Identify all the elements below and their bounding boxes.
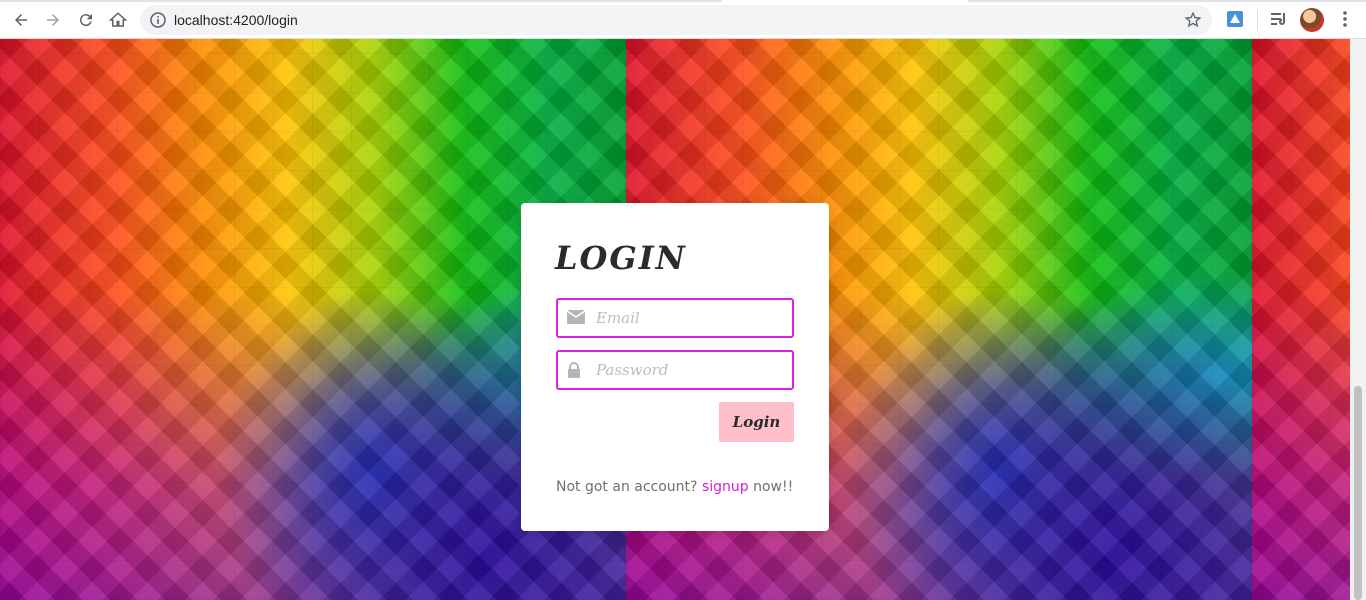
signup-prompt: Not got an account? signup now!!: [556, 479, 793, 495]
email-field[interactable]: [556, 298, 794, 338]
password-input[interactable]: [596, 352, 786, 388]
back-arrow-icon[interactable]: [9, 8, 33, 32]
profile-avatar[interactable]: [1300, 8, 1324, 32]
envelope-icon: [566, 310, 586, 326]
active-tab-edge: [722, 0, 968, 2]
kebab-menu-icon[interactable]: [1336, 10, 1354, 28]
address-url[interactable]: localhost:4200/login: [174, 12, 298, 28]
page-viewport: LOGIN Login Not got an account? signup n…: [0, 39, 1350, 600]
scrollbar-thumb[interactable]: [1354, 386, 1362, 600]
address-bar[interactable]: localhost:4200/login: [140, 5, 1212, 35]
login-button[interactable]: Login: [719, 402, 794, 442]
forward-arrow-icon[interactable]: [41, 8, 65, 32]
tab-strip-edge: [0, 0, 1366, 2]
signup-link[interactable]: signup: [702, 479, 749, 495]
toolbar-separator: [1257, 10, 1258, 30]
email-input[interactable]: [596, 300, 786, 336]
login-title: LOGIN: [555, 239, 687, 277]
background-pattern: [1252, 39, 1350, 600]
media-playlist-icon[interactable]: [1270, 10, 1288, 28]
login-card: LOGIN Login Not got an account? signup n…: [521, 203, 829, 531]
lock-icon: [567, 362, 585, 378]
info-icon[interactable]: [150, 12, 166, 28]
vertical-scrollbar[interactable]: [1350, 39, 1366, 600]
home-icon[interactable]: [106, 8, 130, 32]
signup-prefix: Not got an account?: [556, 479, 698, 495]
browser-toolbar: localhost:4200/login: [0, 0, 1366, 39]
extension-icon[interactable]: [1226, 10, 1244, 28]
password-field[interactable]: [556, 350, 794, 390]
reload-icon[interactable]: [74, 8, 98, 32]
bookmark-star-icon[interactable]: [1184, 11, 1202, 29]
signup-suffix: now!!: [753, 479, 794, 495]
